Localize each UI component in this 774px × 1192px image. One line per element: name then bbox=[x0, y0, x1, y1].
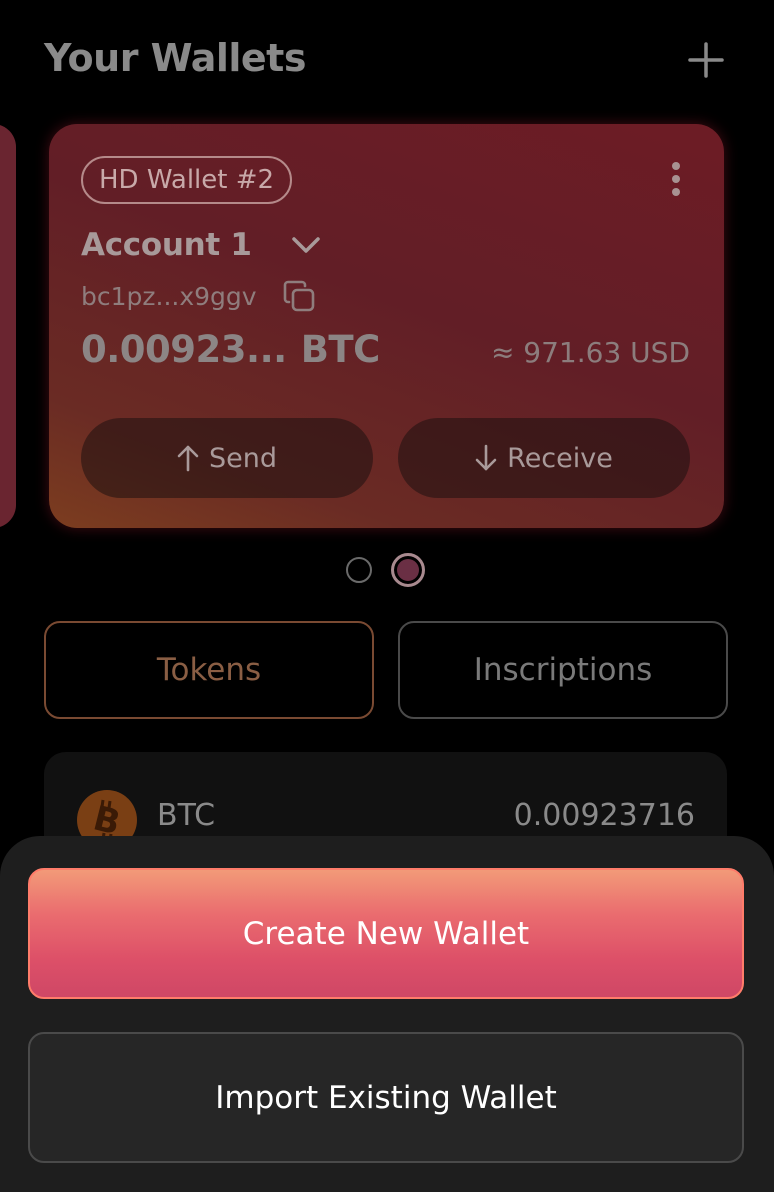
wallet-actions-sheet: Create New Wallet Import Existing Wallet bbox=[0, 836, 774, 1192]
wallet-address: bc1pz...x9ggv bbox=[81, 281, 257, 311]
plus-icon bbox=[688, 42, 724, 78]
send-label: Send bbox=[208, 442, 277, 474]
btc-balance: 0.00923... BTC bbox=[81, 328, 380, 371]
pagination-dot-1[interactable] bbox=[346, 557, 372, 583]
header: Your Wallets bbox=[44, 36, 730, 84]
account-name: Account 1 bbox=[81, 227, 252, 263]
kebab-menu-icon bbox=[672, 162, 680, 170]
fiat-value: ≈ 971.63 USD bbox=[490, 336, 690, 369]
previous-wallet-card[interactable] bbox=[0, 124, 16, 528]
balance-amount: 0.00923... bbox=[81, 328, 287, 371]
copy-icon[interactable] bbox=[281, 278, 317, 314]
receive-label: Receive bbox=[507, 442, 613, 474]
chevron-down-icon bbox=[291, 237, 320, 253]
page-title: Your Wallets bbox=[44, 36, 306, 80]
send-button[interactable]: Send bbox=[81, 418, 373, 498]
tab-tokens[interactable]: Tokens bbox=[44, 621, 374, 719]
arrow-up-icon bbox=[177, 445, 199, 472]
wallet-card: HD Wallet #2 Account 1 bc1pz...x9ggv 0.0… bbox=[49, 124, 724, 528]
pagination-dot-2-active[interactable] bbox=[391, 553, 425, 587]
wallet-menu-button[interactable] bbox=[668, 162, 684, 202]
account-selector[interactable]: Account 1 bbox=[81, 222, 322, 268]
carousel-pagination bbox=[0, 553, 774, 589]
address-row: bc1pz...x9ggv bbox=[81, 276, 317, 316]
add-wallet-button[interactable] bbox=[686, 40, 726, 80]
kebab-menu-icon bbox=[672, 188, 680, 196]
token-amount: 0.00923716 bbox=[513, 798, 695, 833]
receive-button[interactable]: Receive bbox=[398, 418, 690, 498]
tab-inscriptions[interactable]: Inscriptions bbox=[398, 621, 728, 719]
import-existing-wallet-button[interactable]: Import Existing Wallet bbox=[28, 1032, 744, 1163]
kebab-menu-icon bbox=[672, 175, 680, 183]
arrow-down-icon bbox=[475, 444, 497, 471]
create-new-wallet-button[interactable]: Create New Wallet bbox=[28, 868, 744, 999]
token-name: BTC bbox=[157, 798, 216, 833]
balance-unit: BTC bbox=[300, 328, 381, 371]
wallet-name-badge: HD Wallet #2 bbox=[81, 156, 293, 204]
